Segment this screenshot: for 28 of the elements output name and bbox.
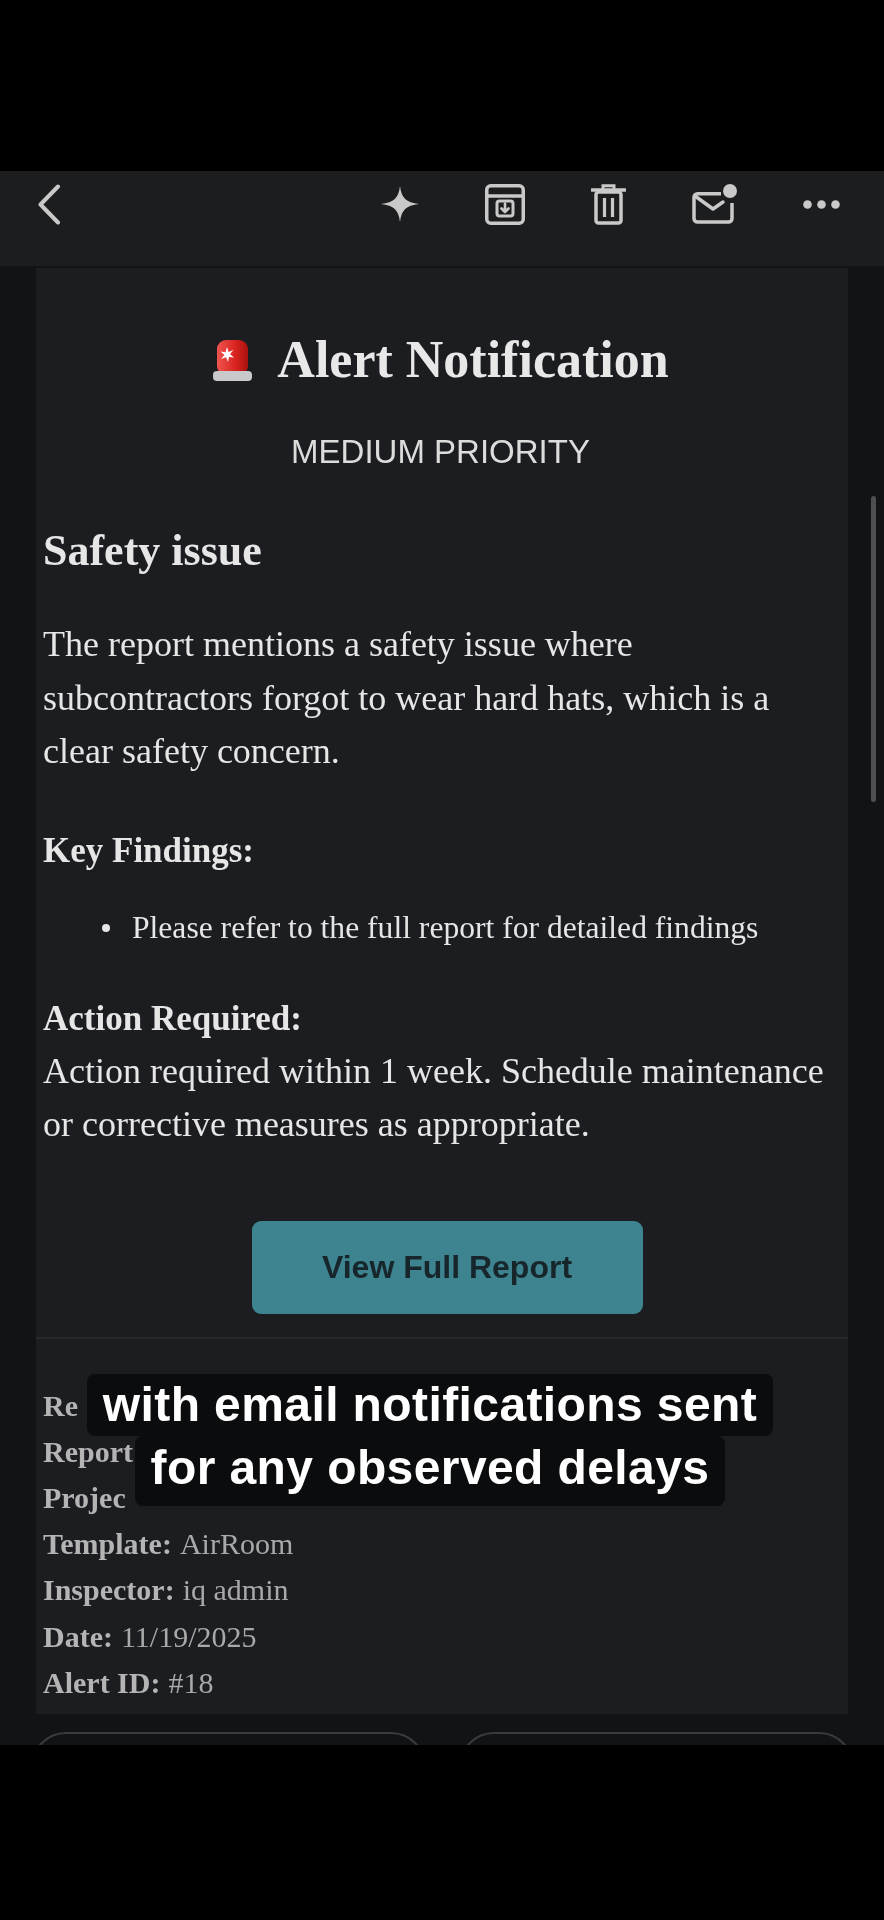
trash-icon[interactable]	[591, 183, 626, 225]
detail-value: #18	[168, 1664, 214, 1701]
issue-heading: Safety issue	[43, 525, 263, 577]
detail-value: AirRoom	[179, 1526, 294, 1563]
bullet-icon	[102, 923, 110, 932]
action-required-text: Action required within 1 week. Schedule maintenance or corrective measures as appropriate.	[43, 1049, 825, 1146]
issue-summary: The report mentions a safety issue where subcontractors forgot to wear hard hats, which is a clear safety concern.	[43, 623, 771, 773]
mail-unread-icon[interactable]	[692, 184, 737, 224]
action-required-heading: Action Required:	[43, 997, 303, 1040]
priority-label: MEDIUM PRIORITY	[290, 432, 591, 472]
view-report-button[interactable]: View Full Report	[251, 1220, 643, 1314]
key-findings-heading: Key Findings:	[43, 829, 255, 872]
detail-label: Date:	[43, 1618, 113, 1655]
sparkle-icon[interactable]	[381, 186, 419, 222]
detail-label: Re	[43, 1387, 78, 1424]
detail-label: Inspector:	[43, 1572, 175, 1609]
detail-label: Projec	[43, 1479, 126, 1516]
detail-label: Report	[43, 1433, 133, 1470]
back-icon[interactable]	[37, 184, 61, 225]
more-icon[interactable]	[803, 199, 840, 209]
siren-icon	[212, 339, 254, 381]
detail-value: iq admin	[182, 1572, 289, 1609]
detail-value: 11/19/2025	[120, 1618, 257, 1655]
detail-label: Template:	[43, 1526, 172, 1563]
alert-title: Alert Notification	[277, 330, 669, 390]
archive-icon[interactable]	[485, 183, 525, 225]
finding-item: Please refer to the full report for detailed findings	[132, 908, 759, 947]
detail-label: Alert ID:	[43, 1664, 161, 1701]
